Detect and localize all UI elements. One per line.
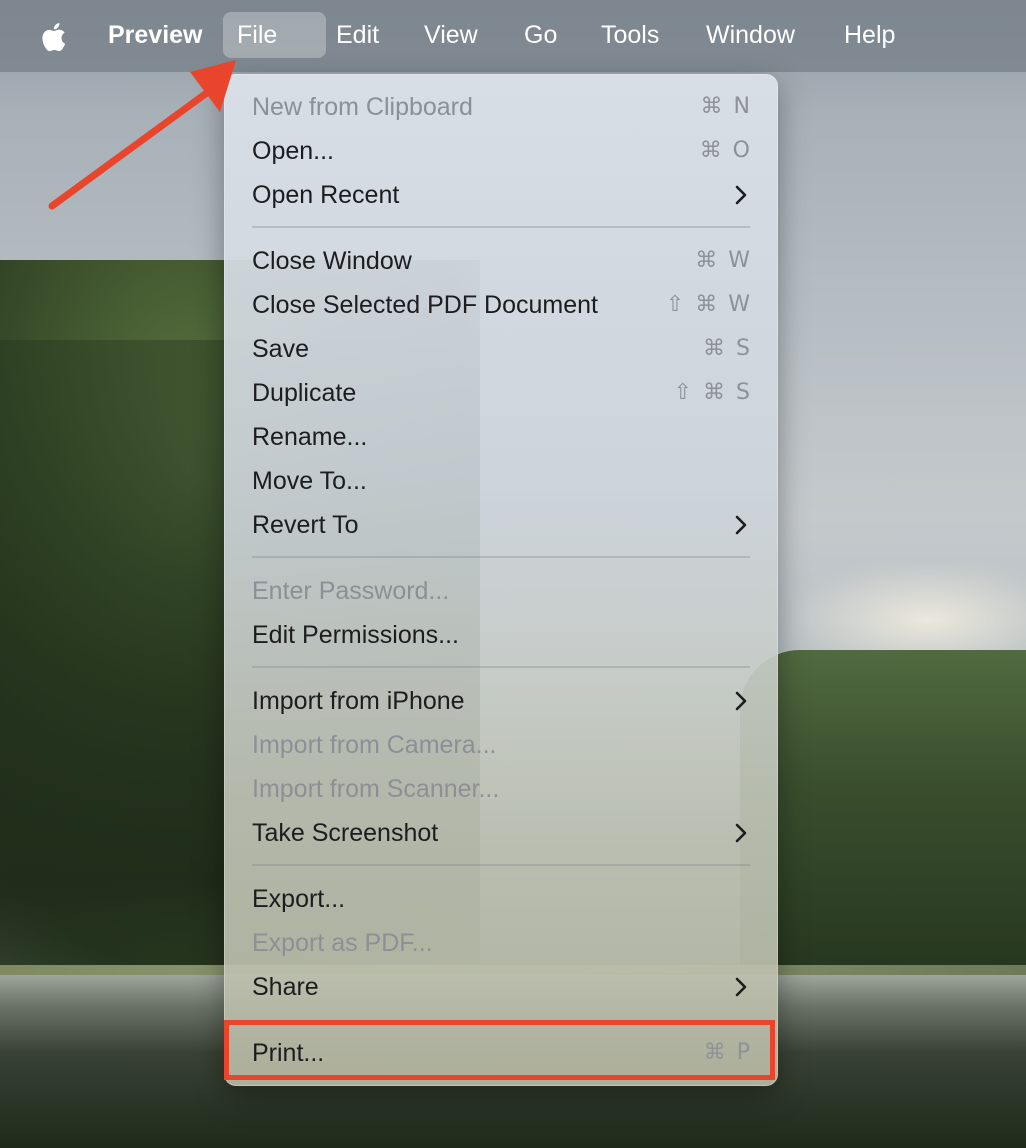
menu-go[interactable]: Go xyxy=(510,12,571,58)
file-menu-dropdown: New from Clipboard ⌘ N Open... ⌘ O Open … xyxy=(224,74,778,1086)
wallpaper-forest-right xyxy=(740,650,1026,980)
menu-item-rename[interactable]: Rename... xyxy=(224,415,778,459)
menu-item-open-recent[interactable]: Open Recent xyxy=(224,173,778,217)
menu-help[interactable]: Help xyxy=(830,12,909,58)
print-highlight-box xyxy=(224,1020,775,1080)
chevron-right-icon xyxy=(735,185,747,205)
menu-item-import-from-scanner[interactable]: Import from Scanner... xyxy=(224,767,778,811)
shortcut: ⇧ ⌘ W xyxy=(665,292,752,317)
menu-separator xyxy=(252,666,750,668)
menu-item-close-selected-pdf[interactable]: Close Selected PDF Document ⇧ ⌘ W xyxy=(224,283,778,327)
menu-item-export[interactable]: Export... xyxy=(224,877,778,921)
menu-view[interactable]: View xyxy=(410,12,492,58)
menu-item-edit-permissions[interactable]: Edit Permissions... xyxy=(224,613,778,657)
apple-logo-icon[interactable] xyxy=(38,20,72,54)
menu-item-save[interactable]: Save ⌘ S xyxy=(224,327,778,371)
menu-item-import-from-camera[interactable]: Import from Camera... xyxy=(224,723,778,767)
menu-separator xyxy=(252,556,750,558)
menu-item-close-window[interactable]: Close Window ⌘ W xyxy=(224,239,778,283)
menu-item-enter-password[interactable]: Enter Password... xyxy=(224,569,778,613)
shortcut: ⌘ O xyxy=(699,138,752,163)
menu-item-new-from-clipboard[interactable]: New from Clipboard ⌘ N xyxy=(224,85,778,129)
shortcut: ⌘ S xyxy=(703,336,752,361)
menu-item-move-to[interactable]: Move To... xyxy=(224,459,778,503)
menu-edit[interactable]: Edit xyxy=(322,12,393,58)
chevron-right-icon xyxy=(735,691,747,711)
annotation-arrow-icon xyxy=(48,60,236,210)
chevron-right-icon xyxy=(735,977,747,997)
menu-item-revert-to[interactable]: Revert To xyxy=(224,503,778,547)
menu-item-duplicate[interactable]: Duplicate ⇧ ⌘ S xyxy=(224,371,778,415)
menu-tools[interactable]: Tools xyxy=(587,12,673,58)
menu-item-import-from-iphone[interactable]: Import from iPhone xyxy=(224,679,778,723)
menu-item-take-screenshot[interactable]: Take Screenshot xyxy=(224,811,778,855)
menu-item-open[interactable]: Open... ⌘ O xyxy=(224,129,778,173)
shortcut: ⇧ ⌘ S xyxy=(673,380,752,405)
menu-separator xyxy=(252,864,750,866)
menu-separator xyxy=(252,226,750,228)
menu-item-share[interactable]: Share xyxy=(224,965,778,1009)
chevron-right-icon xyxy=(735,515,747,535)
shortcut: ⌘ N xyxy=(700,94,752,119)
chevron-right-icon xyxy=(735,823,747,843)
shortcut: ⌘ W xyxy=(695,248,752,273)
menu-item-export-as-pdf[interactable]: Export as PDF... xyxy=(224,921,778,965)
menu-window[interactable]: Window xyxy=(692,12,809,58)
